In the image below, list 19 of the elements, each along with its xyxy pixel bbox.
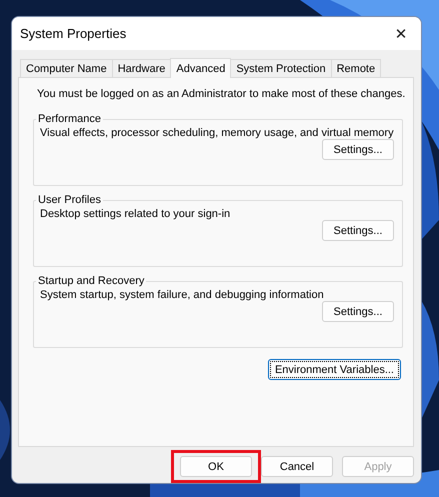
dialog-button[interactable]: Cancel	[261, 456, 333, 477]
close-button[interactable]: ✕	[381, 17, 421, 50]
dialog-button[interactable]: OK	[180, 456, 252, 477]
group-description: Visual effects, processor scheduling, memory usage, and virtual memory	[40, 127, 394, 139]
tab[interactable]: Computer Name	[20, 59, 113, 77]
environment-variables-button[interactable]: Environment Variables...	[268, 359, 401, 380]
group-title: Startup and Recovery	[37, 275, 146, 287]
settings-button[interactable]: Settings...	[322, 220, 394, 241]
tab[interactable]: Remote	[330, 59, 382, 77]
settings-button[interactable]: Settings...	[322, 301, 394, 322]
window-title: System Properties	[20, 26, 126, 41]
tab[interactable]: System Protection	[230, 59, 332, 77]
group-description: System startup, system failure, and debugging information	[40, 289, 325, 301]
group-title: User Profiles	[37, 194, 102, 206]
tab[interactable]: Advanced	[170, 58, 232, 78]
group-description: Desktop settings related to your sign-in	[40, 208, 232, 220]
group-title: Performance	[37, 113, 102, 125]
notice-text: You must be logged on as an Administrator to make most of these changes.	[37, 87, 406, 101]
settings-button[interactable]: Settings...	[322, 139, 394, 160]
